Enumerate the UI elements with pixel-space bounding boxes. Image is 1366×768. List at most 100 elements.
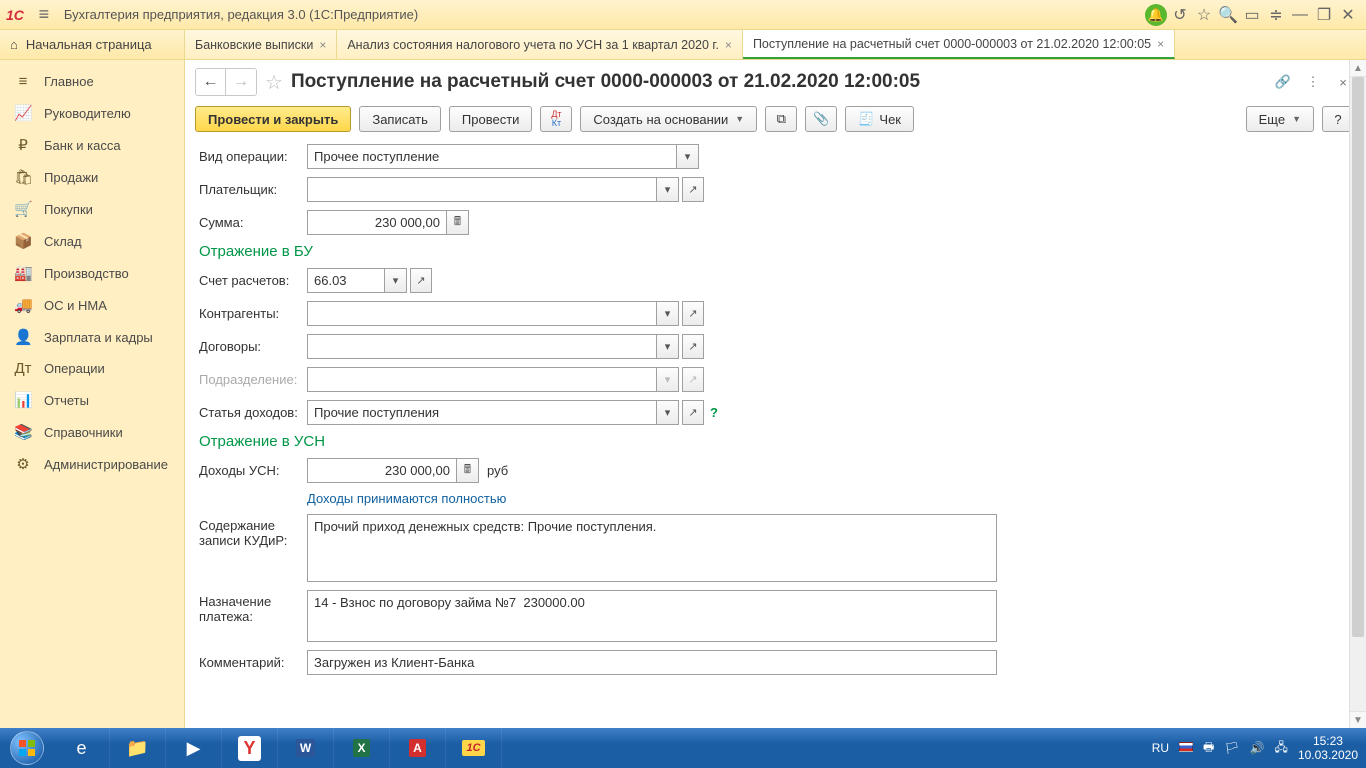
sidebar-item[interactable]: 📚Справочники <box>0 416 184 448</box>
menu-icon[interactable]: ≡ <box>32 3 56 27</box>
window-restore-icon[interactable]: ❐ <box>1312 3 1336 27</box>
tray-date: 10.03.2020 <box>1298 748 1358 762</box>
home-tab[interactable]: ⌂ Начальная страница <box>0 30 185 59</box>
start-button[interactable] <box>0 728 54 768</box>
open-icon[interactable]: ↗ <box>682 301 704 326</box>
taskbar-word[interactable]: W <box>278 728 334 768</box>
sidebar-item[interactable]: 👤Зарплата и кадры <box>0 321 184 353</box>
sidebar-item[interactable]: 🛒Покупки <box>0 193 184 225</box>
structure-button[interactable]: ⧉ <box>765 106 797 132</box>
sidebar-item[interactable]: ДтОперации <box>0 353 184 384</box>
window-close-icon[interactable]: ✕ <box>1336 3 1360 27</box>
op-type-input[interactable] <box>307 144 677 169</box>
taskbar-1c[interactable]: 1C <box>446 728 502 768</box>
section-bu: Отражение в БУ <box>199 243 1352 260</box>
taskbar-acrobat[interactable]: A <box>390 728 446 768</box>
sidebar-item[interactable]: 📈Руководителю <box>0 97 184 129</box>
taskbar-media[interactable]: ▶ <box>166 728 222 768</box>
taskbar-explorer[interactable]: 📁 <box>110 728 166 768</box>
window-minimize-icon[interactable]: — <box>1288 3 1312 27</box>
taskbar-ie[interactable]: e <box>54 728 110 768</box>
scroll-up-icon[interactable]: ▲ <box>1350 60 1366 77</box>
sidebar-item-label: Операции <box>44 361 105 376</box>
dropdown-icon[interactable]: ▾ <box>385 268 407 293</box>
nav-back-button[interactable]: ← <box>196 69 226 95</box>
dropdown-icon[interactable]: ▾ <box>657 400 679 425</box>
more-button[interactable]: Еще▼ <box>1246 106 1314 132</box>
search-icon[interactable]: 🔍 <box>1216 3 1240 27</box>
comment-input[interactable] <box>307 650 997 675</box>
dropdown-icon[interactable]: ▾ <box>657 301 679 326</box>
open-icon[interactable]: ↗ <box>410 268 432 293</box>
tray-volume-icon[interactable]: 🔊 <box>1250 741 1265 755</box>
sum-input[interactable] <box>307 210 447 235</box>
open-icon[interactable]: ↗ <box>682 400 704 425</box>
language-indicator[interactable]: RU <box>1152 741 1169 755</box>
calculator-icon[interactable]: 🖩 <box>447 210 469 235</box>
calculator-icon[interactable]: 🖩 <box>457 458 479 483</box>
open-icon[interactable]: ↗ <box>682 334 704 359</box>
tab-receipt[interactable]: Поступление на расчетный счет 0000-00000… <box>743 30 1175 59</box>
link-icon[interactable]: 🔗 <box>1272 71 1294 93</box>
sidebar-item[interactable]: 🛍Продажи <box>0 161 184 193</box>
settings-icon[interactable]: ≑ <box>1264 3 1288 27</box>
sidebar-item[interactable]: ₽Банк и касса <box>0 129 184 161</box>
favorites-icon[interactable]: ☆ <box>1192 3 1216 27</box>
sidebar-item-icon: 🏭 <box>14 264 32 282</box>
panel-icon[interactable]: ▭ <box>1240 3 1264 27</box>
tab-close-icon[interactable]: × <box>1157 37 1164 51</box>
taskbar-yandex[interactable]: Y <box>222 728 278 768</box>
tray-time: 15:23 <box>1298 734 1358 748</box>
document-toolbar: Провести и закрыть Записать Провести ДтК… <box>185 102 1366 144</box>
sidebar-item-icon: 📦 <box>14 232 32 250</box>
notifications-button[interactable]: 🔔 <box>1144 3 1168 27</box>
favorite-star-icon[interactable]: ☆ <box>265 70 283 95</box>
sidebar-item[interactable]: 📦Склад <box>0 225 184 257</box>
tray-printer-icon[interactable]: 🖶 <box>1203 738 1214 759</box>
kudir-textarea[interactable] <box>307 514 997 582</box>
sidebar-item[interactable]: ⚙Администрирование <box>0 448 184 480</box>
dropdown-icon[interactable]: ▾ <box>677 144 699 169</box>
taskbar-excel[interactable]: X <box>334 728 390 768</box>
vertical-scrollbar[interactable]: ▲ ▼ <box>1349 60 1366 728</box>
tab-usn-analysis[interactable]: Анализ состояния налогового учета по УСН… <box>337 30 743 59</box>
tray-flag2-icon[interactable]: 🏳 <box>1224 741 1239 755</box>
income-full-link[interactable]: Доходы принимаются полностью <box>307 491 506 506</box>
nav-forward-button[interactable]: → <box>226 69 256 95</box>
scroll-thumb[interactable] <box>1352 77 1364 637</box>
attach-button[interactable]: 📎 <box>805 106 837 132</box>
history-icon[interactable]: ↺ <box>1168 3 1192 27</box>
kebab-icon[interactable]: ⋮ <box>1302 71 1324 93</box>
dropdown-icon[interactable]: ▾ <box>657 334 679 359</box>
tab-close-icon[interactable]: × <box>319 38 326 52</box>
payer-input[interactable] <box>307 177 657 202</box>
counterparty-input[interactable] <box>307 301 657 326</box>
help-income-item[interactable]: ? <box>710 405 718 420</box>
contract-input[interactable] <box>307 334 657 359</box>
open-icon[interactable]: ↗ <box>682 177 704 202</box>
tab-bank-statements[interactable]: Банковские выписки × <box>185 30 337 59</box>
create-based-button[interactable]: Создать на основании▼ <box>580 106 757 132</box>
purpose-textarea[interactable] <box>307 590 997 642</box>
sidebar-item[interactable]: 🏭Производство <box>0 257 184 289</box>
post-and-close-button[interactable]: Провести и закрыть <box>195 106 351 132</box>
sidebar-item[interactable]: 📊Отчеты <box>0 384 184 416</box>
tray-clock[interactable]: 15:23 10.03.2020 <box>1298 734 1358 763</box>
sidebar-item[interactable]: ≡Главное <box>0 66 184 97</box>
dtkt-button[interactable]: ДтКт <box>540 106 572 132</box>
account-input[interactable] <box>307 268 385 293</box>
scroll-down-icon[interactable]: ▼ <box>1350 711 1366 728</box>
post-button[interactable]: Провести <box>449 106 533 132</box>
income-usn-input[interactable] <box>307 458 457 483</box>
save-button[interactable]: Записать <box>359 106 441 132</box>
income-item-input[interactable] <box>307 400 657 425</box>
sidebar-item-label: Зарплата и кадры <box>44 330 153 345</box>
dropdown-icon[interactable]: ▾ <box>657 177 679 202</box>
check-button[interactable]: 🧾Чек <box>845 106 914 132</box>
sidebar-item[interactable]: 🚚ОС и НМА <box>0 289 184 321</box>
tab-close-icon[interactable]: × <box>725 38 732 52</box>
sidebar-item-label: Продажи <box>44 170 98 185</box>
tray-network-icon[interactable]: 🖧 <box>1275 738 1288 759</box>
tray-flag-icon[interactable] <box>1179 741 1193 755</box>
label-contract: Договоры: <box>199 339 307 354</box>
